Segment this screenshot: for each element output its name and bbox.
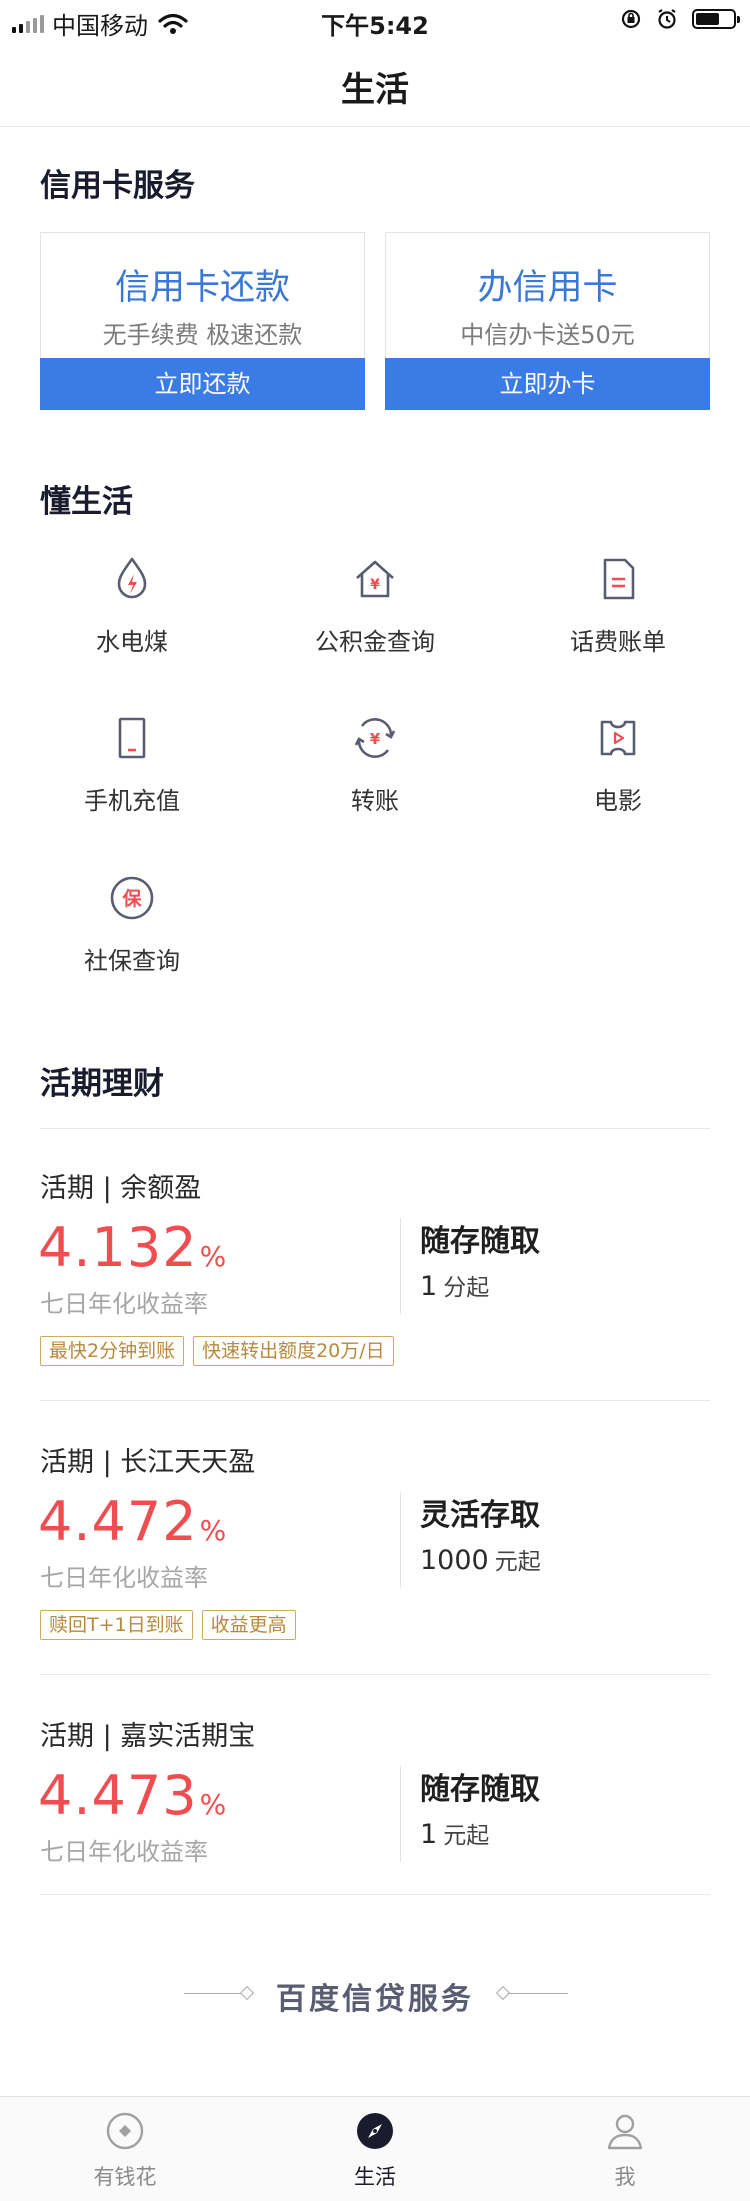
tab-bar: 有钱花 生活 我: [0, 2096, 750, 2201]
apply-card-subtitle: 中信办卡送50元: [460, 321, 635, 349]
svg-text:¥: ¥: [370, 730, 381, 748]
nav-bar: 生活: [0, 42, 750, 127]
tab-youqianhua[interactable]: 有钱花: [0, 2097, 250, 2201]
social-security-icon: 保: [110, 876, 154, 920]
fund-rate: 4.473%: [38, 1764, 228, 1827]
phone-recharge-icon: [118, 717, 146, 759]
divider: [40, 1894, 710, 1895]
vertical-divider: [400, 1218, 401, 1314]
tab-label: 有钱花: [93, 2165, 157, 2189]
life-item-social-security[interactable]: 保 社保查询: [10, 873, 254, 993]
movie-icon: [600, 720, 636, 756]
svg-text:¥: ¥: [370, 577, 380, 593]
utility-drop-icon: [117, 557, 147, 599]
transfer-icon: ¥: [354, 718, 396, 758]
tab-label: 我: [614, 2165, 636, 2189]
life-item-label: 转账: [351, 787, 399, 815]
life-item-label: 电影: [594, 787, 642, 815]
fund-name: 活期 | 嘉实活期宝: [40, 1721, 256, 1752]
apply-card-card[interactable]: 办信用卡 中信办卡送50元 立即办卡: [385, 232, 710, 410]
brand-footer: 百度信贷服务: [0, 1974, 750, 2017]
divider: [40, 1400, 710, 1401]
housing-fund-icon: ¥: [356, 560, 394, 598]
fund-rate-label: 七日年化收益率: [40, 1838, 208, 1866]
page-title: 生活: [341, 70, 409, 110]
fund-tag: 收益更高: [201, 1610, 296, 1640]
fund-tags: 赎回T+1日到账 收益更高: [40, 1610, 296, 1640]
tab-life[interactable]: 生活: [250, 2097, 500, 2201]
status-icons: [620, 8, 740, 30]
credit-repay-subtitle: 无手续费 极速还款: [102, 321, 303, 349]
fund-feature: 灵活存取: [420, 1498, 540, 1533]
svg-text:保: 保: [121, 887, 142, 910]
life-item-label: 公积金查询: [315, 628, 435, 656]
fund-tag: 最快2分钟到账: [40, 1336, 185, 1366]
fund-feature: 随存随取: [420, 1224, 540, 1259]
fund-item-yuee[interactable]: 活期 | 余额盈 4.132% 七日年化收益率 随存随取 1 分起 最快2分钟到账…: [0, 1166, 750, 1426]
fund-name: 活期 | 余额盈: [40, 1173, 202, 1204]
fund-item-jiashi[interactable]: 活期 | 嘉实活期宝 4.473% 七日年化收益率 随存随取 1 元起: [0, 1714, 750, 1974]
rotation-lock-icon: [621, 9, 641, 29]
battery-icon: [692, 9, 740, 29]
fund-min-amount: 1000 元起: [420, 1545, 541, 1576]
life-item-label: 社保查询: [84, 947, 180, 975]
fund-item-changjiang[interactable]: 活期 | 长江天天盈 4.472% 七日年化收益率 灵活存取 1000 元起 赎回…: [0, 1440, 750, 1700]
fund-min-amount: 1 元起: [420, 1819, 490, 1850]
divider: [40, 1674, 710, 1675]
alarm-icon: [658, 9, 676, 29]
life-item-label: 手机充值: [84, 787, 180, 815]
coin-icon: [106, 2112, 144, 2150]
brand-text: 百度信贷服务: [276, 1982, 474, 2017]
battery-level-fill: [696, 13, 719, 25]
credit-section-title: 信用卡服务: [40, 168, 195, 204]
vertical-divider: [400, 1766, 401, 1862]
fund-tags: 最快2分钟到账 快速转出额度20万/日: [40, 1336, 394, 1366]
fund-tag: 快速转出额度20万/日: [193, 1336, 394, 1366]
fund-feature: 随存随取: [420, 1772, 540, 1807]
fund-rate: 4.472%: [38, 1490, 228, 1553]
credit-repay-card[interactable]: 信用卡还款 无手续费 极速还款 立即还款: [40, 232, 365, 410]
apply-now-button[interactable]: 立即办卡: [385, 358, 710, 410]
user-icon: [607, 2114, 643, 2150]
life-item-phone-bill[interactable]: 话费账单: [496, 554, 740, 674]
life-item-label: 水电煤: [96, 628, 168, 656]
fund-name: 活期 | 长江天天盈: [40, 1447, 256, 1478]
finance-section-title: 活期理财: [40, 1066, 164, 1102]
fund-rate-label: 七日年化收益率: [40, 1564, 208, 1592]
compass-icon: [357, 2113, 393, 2149]
fund-min-amount: 1 分起: [420, 1271, 490, 1302]
fund-rate: 4.132%: [38, 1216, 228, 1279]
life-item-movie[interactable]: 电影: [496, 713, 740, 833]
life-item-phone-recharge[interactable]: 手机充值: [10, 713, 254, 833]
life-section-title: 懂生活: [40, 484, 133, 520]
life-item-housing-fund[interactable]: ¥ 公积金查询: [253, 554, 497, 674]
status-bar: 中国移动 下午5:42: [0, 0, 750, 42]
life-item-utilities[interactable]: 水电煤: [10, 554, 254, 674]
tab-label: 生活: [354, 2165, 396, 2189]
life-item-label: 话费账单: [570, 628, 666, 656]
vertical-divider: [400, 1492, 401, 1588]
tab-me[interactable]: 我: [500, 2097, 750, 2201]
divider: [40, 1128, 710, 1129]
fund-tag: 赎回T+1日到账: [40, 1610, 193, 1640]
life-item-transfer[interactable]: ¥ 转账: [253, 713, 497, 833]
fund-rate-label: 七日年化收益率: [40, 1290, 208, 1318]
credit-repay-title: 信用卡还款: [114, 268, 290, 308]
phone-bill-icon: [603, 558, 635, 600]
apply-card-title: 办信用卡: [477, 268, 618, 308]
repay-now-button[interactable]: 立即还款: [40, 358, 365, 410]
